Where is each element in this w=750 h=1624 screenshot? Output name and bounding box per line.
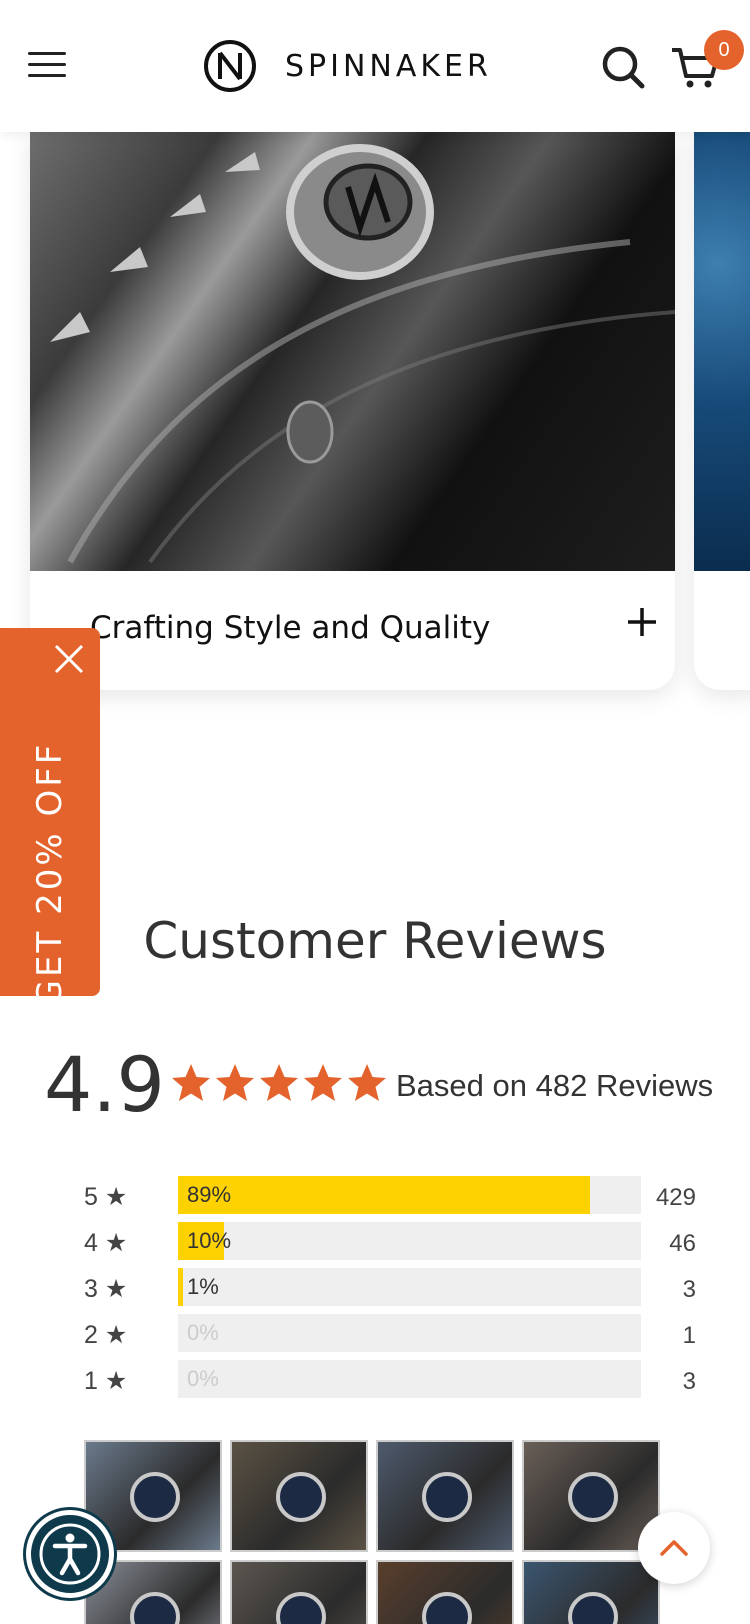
rating-bar: 1%	[178, 1268, 641, 1306]
rating-row-label: 5 ★	[84, 1183, 128, 1211]
rating-row-label: 4 ★	[84, 1229, 128, 1257]
review-photo[interactable]	[230, 1440, 368, 1552]
menu-button[interactable]	[28, 52, 66, 80]
review-count[interactable]: Based on 482 Reviews	[396, 1068, 713, 1104]
watch-thumbnail	[130, 1472, 180, 1522]
close-icon[interactable]	[52, 642, 86, 676]
plus-icon[interactable]	[622, 602, 662, 642]
average-rating: 4.9	[44, 1040, 165, 1129]
brand-logo-icon	[204, 40, 256, 92]
watch-thumbnail	[422, 1472, 472, 1522]
brand-logo[interactable]: SPINNAKER	[203, 39, 492, 93]
watch-thumbnail	[568, 1592, 618, 1624]
card-title: Crafting Style and Quality	[90, 610, 491, 646]
rating-count: 429	[655, 1184, 696, 1211]
rating-percent: 10%	[187, 1228, 232, 1253]
rating-count: 46	[669, 1230, 696, 1257]
rating-bar: 10%	[178, 1222, 641, 1260]
search-icon[interactable]	[600, 44, 646, 90]
discount-label: GET 20% OFF	[30, 741, 70, 1007]
rating-bar: 89%	[178, 1176, 641, 1214]
review-photo[interactable]	[376, 1560, 514, 1624]
rating-count: 3	[682, 1368, 696, 1395]
rating-stars	[170, 1062, 390, 1104]
star-icon	[348, 1064, 386, 1101]
reviews-title: Customer Reviews	[143, 912, 607, 970]
review-photo[interactable]	[230, 1560, 368, 1624]
star-icon	[216, 1064, 254, 1101]
watch-thumbnail	[422, 1592, 472, 1624]
rating-percent: 89%	[187, 1182, 232, 1207]
chevron-up-icon	[660, 1540, 688, 1556]
rating-row-label: 2 ★	[84, 1321, 128, 1349]
brand-name: SPINNAKER	[285, 48, 492, 84]
underwater-image	[694, 132, 750, 571]
feature-card[interactable]: Crafting Style and Quality	[30, 132, 675, 690]
rating-percent: 0%	[187, 1366, 219, 1391]
star-icon	[304, 1064, 342, 1101]
watch-crown-illustration	[50, 144, 675, 564]
rating-row[interactable]: 3 ★ 1% 3	[84, 1268, 704, 1308]
discount-tab[interactable]: GET 20% OFF	[0, 628, 100, 1006]
star-icon	[172, 1064, 210, 1101]
rating-bar: 0%	[178, 1360, 641, 1398]
next-feature-card[interactable]	[694, 132, 750, 690]
rating-percent: 0%	[187, 1320, 219, 1345]
rating-row-label: 1 ★	[84, 1367, 128, 1395]
watch-thumbnail	[568, 1472, 618, 1522]
accessibility-icon	[39, 1523, 101, 1585]
cart-count-badge: 0	[704, 30, 744, 70]
review-photo[interactable]	[376, 1440, 514, 1552]
scroll-to-top-button[interactable]	[638, 1512, 710, 1584]
watch-thumbnail	[130, 1592, 180, 1624]
rating-percent: 1%	[187, 1274, 219, 1299]
rating-row[interactable]: 1 ★ 0% 3	[84, 1360, 704, 1400]
rating-count: 1	[682, 1322, 696, 1349]
watch-thumbnail	[276, 1592, 326, 1624]
watch-thumbnail	[276, 1472, 326, 1522]
menu-icon	[28, 52, 66, 55]
rating-row-label: 3 ★	[84, 1275, 128, 1303]
rating-row[interactable]: 4 ★ 10% 46	[84, 1222, 704, 1262]
rating-count: 3	[682, 1276, 696, 1303]
rating-row[interactable]: 5 ★ 89% 429	[84, 1176, 704, 1216]
rating-bar-fill	[178, 1176, 591, 1214]
accessibility-button[interactable]	[26, 1510, 114, 1598]
watch-crown-image	[30, 132, 675, 571]
star-icon	[260, 1064, 298, 1101]
rating-bar: 0%	[178, 1314, 641, 1352]
rating-bar-fill	[178, 1268, 183, 1306]
site-header: SPINNAKER 0	[0, 0, 750, 132]
rating-row[interactable]: 2 ★ 0% 1	[84, 1314, 704, 1354]
